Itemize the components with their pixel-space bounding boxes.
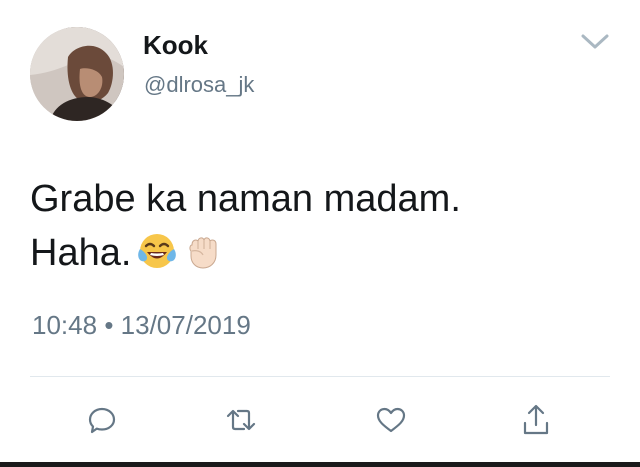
speech-bubble-icon xyxy=(88,407,116,434)
chevron-down-icon[interactable] xyxy=(580,32,610,52)
profile-photo-icon xyxy=(30,27,124,121)
tweet-line-2-text: Haha. xyxy=(30,232,132,274)
tweet-date: 13/07/2019 xyxy=(120,310,251,340)
retweet-icon xyxy=(226,409,256,431)
like-button[interactable] xyxy=(373,402,409,438)
share-button[interactable] xyxy=(518,402,554,438)
divider xyxy=(30,376,610,377)
raised-fist-icon xyxy=(183,231,223,286)
tweet-time: 10:48 xyxy=(32,310,98,340)
tweet-line-1: Grabe ka naman madam. xyxy=(30,178,461,220)
face-with-tears-of-joy-icon xyxy=(137,231,177,286)
timestamp-separator: • xyxy=(104,310,114,340)
tweet-line-2: Haha. xyxy=(30,226,610,286)
tweet-timestamp[interactable]: 10:48 • 13/07/2019 xyxy=(32,310,251,341)
reply-button[interactable] xyxy=(84,402,120,438)
bottom-border xyxy=(0,462,640,467)
avatar[interactable] xyxy=(30,27,124,121)
display-name[interactable]: Kook xyxy=(143,30,208,61)
share-icon xyxy=(523,404,549,435)
tweet-text: Grabe ka naman madam. Haha. xyxy=(30,172,610,286)
retweet-button[interactable] xyxy=(223,402,259,438)
user-handle[interactable]: @dlrosa_jk xyxy=(144,72,254,98)
heart-icon xyxy=(376,407,406,433)
